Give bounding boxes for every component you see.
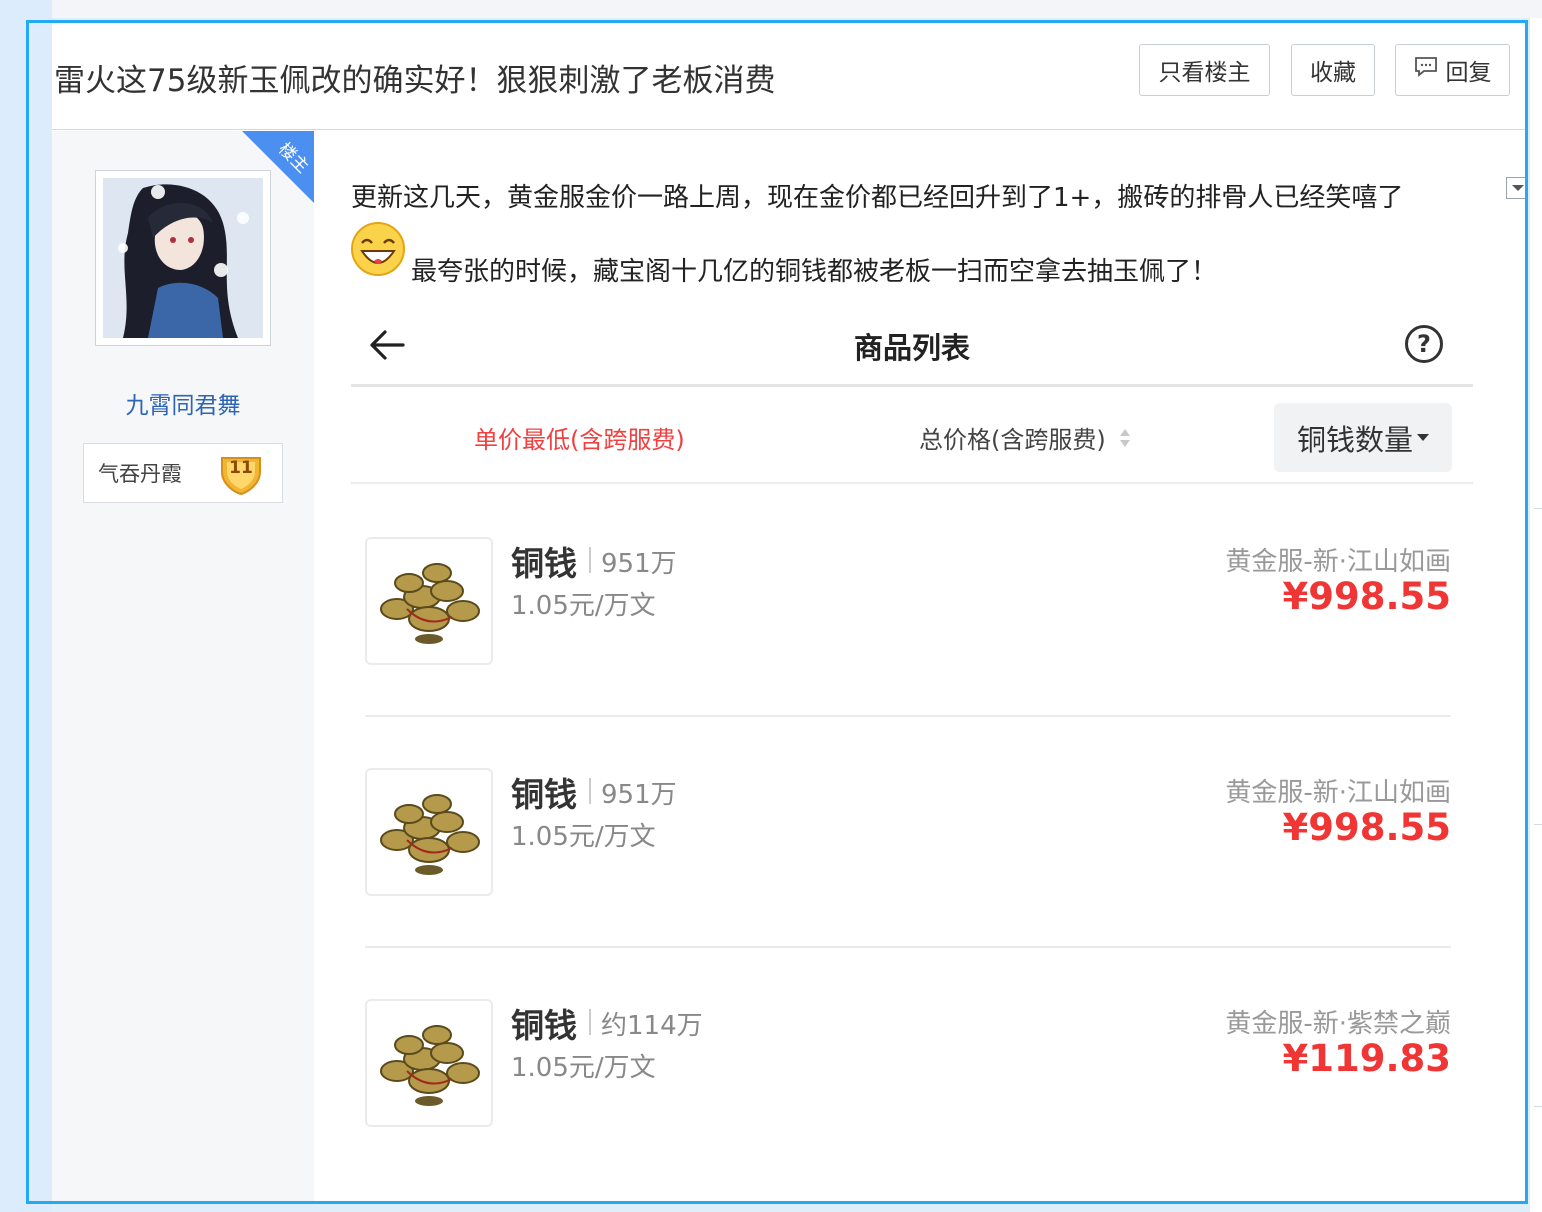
item-separator [589, 778, 591, 804]
coin-amount-dropdown[interactable]: 铜钱数量 [1274, 403, 1452, 472]
item-divider [365, 946, 1451, 948]
reply-button[interactable]: 回复 [1395, 44, 1510, 96]
member-badge[interactable]: 气吞丹霞 11 [83, 443, 283, 503]
post-frame: 雷火这75级新玉佩改的确实好！狠狠刺激了老板消费 只看楼主 收藏 回复 楼主 九… [26, 20, 1528, 1204]
reply-label: 回复 [1445, 60, 1492, 86]
author-username[interactable]: 九霄同君舞 [52, 386, 314, 420]
item-price: ¥998.55 [1282, 575, 1451, 618]
sort-total-price-tab[interactable]: 总价格(含跨服费) [919, 420, 1131, 456]
only-op-button[interactable]: 只看楼主 [1139, 44, 1270, 96]
badge-title: 气吞丹霞 [98, 462, 182, 486]
only-op-label: 只看楼主 [1158, 60, 1251, 86]
coin-pile-icon [365, 999, 493, 1127]
item-unit-price: 1.05元/万文 [511, 822, 656, 852]
laughing-face-icon [350, 221, 406, 277]
level-number: 11 [229, 458, 253, 478]
item-unit-price: 1.05元/万文 [511, 591, 656, 621]
item-name: 铜钱 [511, 1006, 577, 1045]
item-server: 黄金服-新·江山如画 [1225, 778, 1451, 808]
coin-amount-label: 铜钱数量 [1296, 422, 1413, 457]
favorite-button[interactable]: 收藏 [1291, 44, 1375, 96]
post-content: 更新这几天，黄金服金价一路上周，现在金价都已经回升到了1+，搬砖的排骨人已经笑嘻… [314, 131, 1525, 1201]
embedded-screenshot: 商品列表 ? 单价最低(含跨服费) 总价格(含跨服费) 铜钱数量 铜钱 951万… [351, 301, 1473, 1181]
item-name: 铜钱 [511, 775, 577, 814]
item-server: 黄金服-新·紫禁之巅 [1225, 1009, 1451, 1039]
item-price: ¥998.55 [1282, 806, 1451, 849]
help-icon[interactable]: ? [1405, 325, 1443, 363]
favorite-label: 收藏 [1310, 60, 1356, 86]
item-name: 铜钱 [511, 544, 577, 583]
page-right-margin [1530, 18, 1542, 1212]
product-list-header: 商品列表 ? [351, 301, 1473, 387]
list-item[interactable]: 铜钱 约114万 1.05元/万文 黄金服-新·紫禁之巅 ¥119.83 [351, 999, 1473, 1201]
item-unit-price: 1.05元/万文 [511, 1053, 656, 1083]
coin-pile-icon [365, 768, 493, 896]
item-separator [589, 1009, 591, 1035]
frame-left-band [29, 23, 52, 1201]
item-quantity: 约114万 [601, 1011, 703, 1041]
item-separator [589, 547, 591, 573]
sort-total-price-label: 总价格(含跨服费) [919, 426, 1106, 454]
item-server: 黄金服-新·江山如画 [1225, 547, 1451, 577]
thread-title: 雷火这75级新玉佩改的确实好！狠狠刺激了老板消费 [54, 63, 776, 99]
avatar-image [103, 178, 263, 338]
post-text-line-1: 更新这几天，黄金服金价一路上周，现在金价都已经回升到了1+，搬砖的排骨人已经笑嘻… [351, 183, 1404, 213]
chevron-down-icon [1417, 434, 1429, 441]
item-quantity: 951万 [601, 780, 677, 810]
item-price: ¥119.83 [1282, 1037, 1451, 1080]
sort-arrows-icon [1119, 426, 1131, 456]
list-item[interactable]: 铜钱 951万 1.05元/万文 黄金服-新·江山如画 ¥998.55 [351, 537, 1473, 767]
sort-bar: 单价最低(含跨服费) 总价格(含跨服费) 铜钱数量 [351, 390, 1473, 484]
item-divider [365, 715, 1451, 717]
post-text-line-2: 最夸张的时候，藏宝阁十几亿的铜钱都被老板一扫而空拿去抽玉佩了！ [411, 257, 1218, 287]
author-sidebar: 楼主 九霄同君舞 气吞丹霞 11 [52, 131, 314, 1201]
avatar[interactable] [95, 170, 271, 346]
comment-icon [1414, 56, 1438, 84]
thread-header: 雷火这75级新玉佩改的确实好！狠狠刺激了老板消费 只看楼主 收藏 回复 [52, 23, 1525, 130]
item-quantity: 951万 [601, 549, 677, 579]
list-item[interactable]: 铜钱 951万 1.05元/万文 黄金服-新·江山如画 ¥998.55 [351, 768, 1473, 998]
product-list-title: 商品列表 [853, 331, 970, 365]
post-options-dropdown[interactable] [1506, 177, 1525, 199]
page-top-margin [52, 0, 1542, 18]
coin-pile-icon [365, 537, 493, 665]
level-shield-icon: 11 [218, 450, 264, 496]
sort-unit-price-tab[interactable]: 单价最低(含跨服费) [474, 420, 685, 455]
